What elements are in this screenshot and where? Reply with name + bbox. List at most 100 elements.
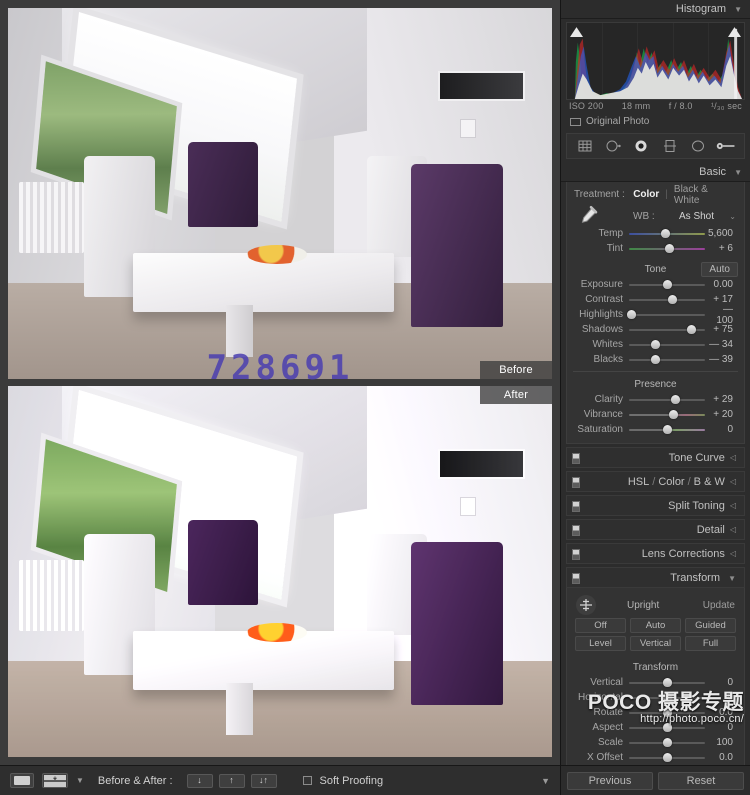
chevron-left-icon[interactable]: ◁ xyxy=(730,549,736,558)
slider-knob[interactable] xyxy=(627,310,637,319)
chevron-down-icon[interactable]: ▼ xyxy=(734,168,742,177)
loupe-view-icon[interactable] xyxy=(10,773,34,788)
slider-knob[interactable] xyxy=(650,355,660,364)
chevron-left-icon[interactable]: ◁ xyxy=(730,453,736,462)
panel-split-toning[interactable]: Split Toning ◁ xyxy=(566,495,745,516)
transform-panel-header[interactable]: Transform ▼ xyxy=(566,567,745,588)
upright-guided-button[interactable]: Guided xyxy=(685,618,736,633)
slider-value[interactable]: — 100 xyxy=(705,304,737,326)
panel-enable-switch[interactable] xyxy=(572,453,580,464)
panel-title[interactable]: Split Toning xyxy=(668,500,725,512)
slider-track[interactable] xyxy=(629,354,705,365)
slider-track[interactable] xyxy=(629,339,705,350)
before-photo[interactable]: Before xyxy=(8,8,552,379)
slider-scale[interactable]: Scale 100 xyxy=(567,735,744,750)
panel-enable-switch[interactable] xyxy=(572,477,580,488)
radial-filter-tool[interactable] xyxy=(688,137,708,155)
histogram-graph[interactable] xyxy=(566,22,745,100)
panel-enable-switch[interactable] xyxy=(572,525,580,536)
before-after-split-icon[interactable] xyxy=(42,773,68,788)
chevron-down-icon[interactable]: ▼ xyxy=(734,5,742,14)
slider-track[interactable] xyxy=(629,279,705,290)
upright-full-button[interactable]: Full xyxy=(685,636,736,651)
slider-knob[interactable] xyxy=(663,738,672,747)
slider-aspect[interactable]: Aspect 0 xyxy=(567,720,744,735)
crop-overlay-tool[interactable] xyxy=(575,137,595,155)
panel-title[interactable]: Lens Corrections xyxy=(642,548,725,560)
graduated-filter-tool[interactable] xyxy=(660,137,680,155)
slider-track[interactable] xyxy=(629,737,705,748)
slider-knob[interactable] xyxy=(669,410,679,419)
slider-shadows[interactable]: Shadows + 75 xyxy=(567,322,744,337)
upright-level-button[interactable]: Level xyxy=(575,636,626,651)
slider-clarity[interactable]: Clarity + 29 xyxy=(567,392,744,407)
slider-track[interactable] xyxy=(629,424,705,435)
treatment-color-option[interactable]: Color xyxy=(627,189,665,200)
slider-value[interactable]: 0 xyxy=(705,424,737,435)
transform-enable-switch[interactable] xyxy=(572,573,580,584)
slider-x-offset[interactable]: X Offset 0.0 xyxy=(567,750,744,765)
previous-button[interactable]: Previous xyxy=(567,771,653,790)
slider-track[interactable] xyxy=(627,309,705,320)
auto-tone-button[interactable]: Auto xyxy=(701,261,738,277)
slider-temp[interactable]: Temp 5,600 xyxy=(567,226,744,241)
slider-knob[interactable] xyxy=(663,708,672,717)
slider-track[interactable] xyxy=(629,228,705,239)
spot-removal-tool[interactable] xyxy=(603,137,623,155)
slider-knob[interactable] xyxy=(663,753,672,762)
chevron-left-icon[interactable]: ◁ xyxy=(730,501,736,510)
upright-vertical-button[interactable]: Vertical xyxy=(630,636,681,651)
panel-enable-switch[interactable] xyxy=(572,549,580,560)
slider-knob[interactable] xyxy=(668,295,678,304)
slider-knob[interactable] xyxy=(663,425,672,434)
after-photo[interactable]: After xyxy=(8,386,552,757)
upright-auto-button[interactable]: Auto xyxy=(630,618,681,633)
adjustment-brush-tool[interactable] xyxy=(716,137,736,155)
slider-value[interactable]: + 75 xyxy=(705,324,737,335)
panel-title[interactable]: HSL xyxy=(628,476,649,488)
slider-value[interactable]: — 39 xyxy=(705,354,737,365)
slider-track[interactable] xyxy=(629,409,705,420)
upright-off-button[interactable]: Off xyxy=(575,618,626,633)
slider-track[interactable] xyxy=(629,707,705,718)
slider-knob[interactable] xyxy=(687,325,697,334)
chevron-left-icon[interactable]: ◁ xyxy=(730,477,736,486)
slider-horizontal[interactable]: Horizontal 0 xyxy=(567,690,744,705)
slider-knob[interactable] xyxy=(671,395,681,404)
histogram-panel-header[interactable]: Histogram ▼ xyxy=(561,0,750,19)
panel-hsl-color-bw[interactable]: HSL / Color / B & W ◁ xyxy=(566,471,745,492)
slider-knob[interactable] xyxy=(663,280,672,289)
slider-blacks[interactable]: Blacks — 39 xyxy=(567,352,744,367)
slider-value[interactable]: 0.0 xyxy=(705,707,737,718)
original-photo-toggle[interactable]: Original Photo xyxy=(561,111,750,133)
swap-before-after-icon[interactable]: ↓↑ xyxy=(250,773,277,788)
chevron-down-icon[interactable]: ▼ xyxy=(76,776,84,785)
slider-value[interactable]: 5,600 xyxy=(705,228,737,239)
treatment-bw-option[interactable]: Black & White xyxy=(668,184,737,206)
slider-knob[interactable] xyxy=(663,678,672,687)
move-crosshair-icon[interactable] xyxy=(576,595,596,615)
slider-highlights[interactable]: Highlights — 100 xyxy=(567,304,744,326)
slider-track[interactable] xyxy=(629,692,705,703)
slider-value[interactable]: 0.0 xyxy=(705,752,737,763)
panel-title[interactable]: Detail xyxy=(697,524,725,536)
panel-enable-switch[interactable] xyxy=(572,501,580,512)
slider-track[interactable] xyxy=(629,677,705,688)
wb-value[interactable]: As Shot xyxy=(679,211,714,222)
panel-tone-curve[interactable]: Tone Curve ◁ xyxy=(566,447,745,468)
slider-knob[interactable] xyxy=(663,693,672,702)
chevron-left-icon[interactable]: ◁ xyxy=(730,525,736,534)
panel-title[interactable]: B & W xyxy=(694,476,725,488)
slider-value[interactable]: 100 xyxy=(705,737,737,748)
basic-panel-header[interactable]: Basic ▼ xyxy=(561,163,750,182)
panel-detail[interactable]: Detail ◁ xyxy=(566,519,745,540)
panel-title[interactable]: Tone Curve xyxy=(669,452,725,464)
chevron-down-icon[interactable]: ⌄ xyxy=(729,212,736,221)
slider-knob[interactable] xyxy=(660,229,670,238)
reset-button[interactable]: Reset xyxy=(658,771,744,790)
slider-vibrance[interactable]: Vibrance + 20 xyxy=(567,407,744,422)
slider-value[interactable]: 0 xyxy=(705,722,737,733)
slider-knob[interactable] xyxy=(663,723,672,732)
red-eye-tool[interactable] xyxy=(631,137,651,155)
slider-saturation[interactable]: Saturation 0 xyxy=(567,422,744,437)
